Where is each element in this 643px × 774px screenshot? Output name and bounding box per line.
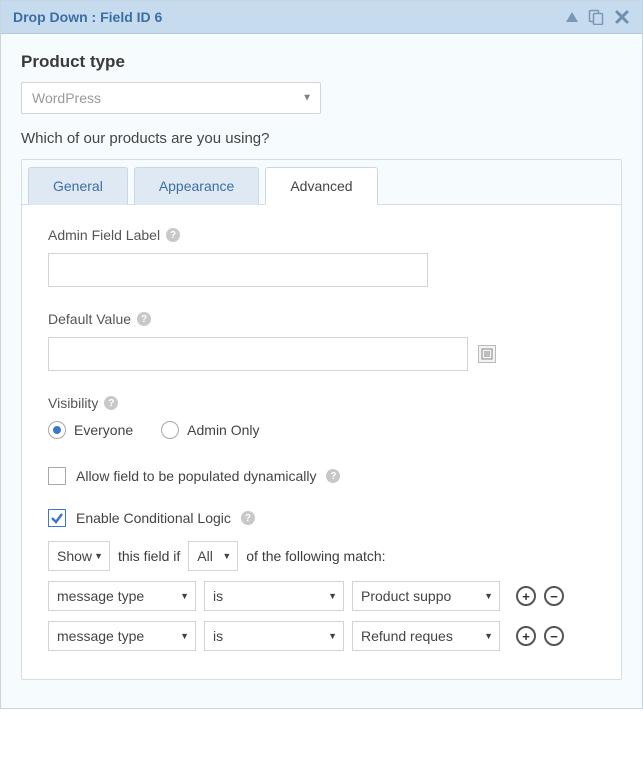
rule-value-value: Refund reques bbox=[361, 628, 453, 644]
checkbox-icon bbox=[48, 509, 66, 527]
panel-body: Product type WordPress ▼ Which of our pr… bbox=[1, 34, 642, 708]
rule-operator-value: is bbox=[213, 628, 223, 644]
enable-conditional-checkbox[interactable]: Enable Conditional Logic ? bbox=[48, 509, 595, 527]
chevron-down-icon: ▼ bbox=[484, 591, 493, 601]
default-value-row: Default Value ? bbox=[48, 311, 595, 371]
admin-label-row: Admin Field Label ? bbox=[48, 227, 595, 287]
remove-rule-icon[interactable]: − bbox=[544, 586, 564, 606]
conditional-text-mid: this field if bbox=[118, 548, 180, 564]
add-rule-icon[interactable]: + bbox=[516, 586, 536, 606]
panel-title: Drop Down : Field ID 6 bbox=[13, 9, 162, 25]
field-preview-value: WordPress bbox=[32, 90, 101, 106]
conditional-anyall-value: All bbox=[197, 548, 213, 564]
panel-header: Drop Down : Field ID 6 bbox=[1, 1, 642, 34]
settings-tabs: General Appearance Advanced bbox=[22, 160, 621, 205]
conditional-sentence: Show ▼ this field if All ▼ of the follow… bbox=[48, 541, 595, 571]
chevron-down-icon: ▼ bbox=[180, 631, 189, 641]
chevron-down-icon: ▼ bbox=[328, 591, 337, 601]
radio-icon bbox=[161, 421, 179, 439]
visibility-option-label: Everyone bbox=[74, 422, 133, 438]
chevron-down-icon: ▼ bbox=[94, 551, 103, 561]
default-value-input[interactable] bbox=[48, 337, 468, 371]
conditional-showhide-value: Show bbox=[57, 548, 92, 564]
checkbox-icon bbox=[48, 467, 66, 485]
panel-actions bbox=[566, 9, 630, 25]
admin-label-input[interactable] bbox=[48, 253, 428, 287]
visibility-option-label: Admin Only bbox=[187, 422, 259, 438]
field-preview-select[interactable]: WordPress ▼ bbox=[21, 82, 321, 114]
rule-field-select[interactable]: message type ▼ bbox=[48, 621, 196, 651]
dynamic-populate-row: Allow field to be populated dynamically … bbox=[48, 467, 595, 485]
visibility-row: Visibility ? Everyone Admin Only bbox=[48, 395, 595, 439]
help-icon[interactable]: ? bbox=[166, 228, 180, 242]
field-title: Product type bbox=[21, 52, 622, 72]
rule-value-select[interactable]: Product suppo ▼ bbox=[352, 581, 500, 611]
rule-value-value: Product suppo bbox=[361, 588, 451, 604]
rule-field-select[interactable]: message type ▼ bbox=[48, 581, 196, 611]
chevron-down-icon: ▼ bbox=[328, 631, 337, 641]
rule-field-value: message type bbox=[57, 628, 144, 644]
chevron-down-icon: ▼ bbox=[484, 631, 493, 641]
tab-appearance[interactable]: Appearance bbox=[134, 167, 260, 205]
visibility-option-everyone[interactable]: Everyone bbox=[48, 421, 133, 439]
help-icon[interactable]: ? bbox=[241, 511, 255, 525]
duplicate-icon[interactable] bbox=[588, 9, 604, 25]
visibility-label: Visibility bbox=[48, 395, 98, 411]
radio-icon bbox=[48, 421, 66, 439]
visibility-option-admin[interactable]: Admin Only bbox=[161, 421, 259, 439]
conditional-rule-row: message type ▼ is ▼ Refund reques ▼ + − bbox=[48, 621, 595, 651]
dynamic-populate-label: Allow field to be populated dynamically bbox=[76, 468, 316, 484]
merge-tag-icon[interactable] bbox=[478, 345, 496, 363]
admin-label-label: Admin Field Label bbox=[48, 227, 160, 243]
enable-conditional-label: Enable Conditional Logic bbox=[76, 510, 231, 526]
close-icon[interactable] bbox=[614, 9, 630, 25]
conditional-text-end: of the following match: bbox=[246, 548, 385, 564]
help-icon[interactable]: ? bbox=[137, 312, 151, 326]
conditional-rule-row: message type ▼ is ▼ Product suppo ▼ + − bbox=[48, 581, 595, 611]
conditional-showhide-select[interactable]: Show ▼ bbox=[48, 541, 110, 571]
rule-value-select[interactable]: Refund reques ▼ bbox=[352, 621, 500, 651]
settings-tabs-container: General Appearance Advanced Admin Field … bbox=[21, 159, 622, 680]
conditional-anyall-select[interactable]: All ▼ bbox=[188, 541, 238, 571]
remove-rule-icon[interactable]: − bbox=[544, 626, 564, 646]
field-settings-panel: Drop Down : Field ID 6 Product type Word… bbox=[0, 0, 643, 709]
add-rule-icon[interactable]: + bbox=[516, 626, 536, 646]
conditional-logic-row: Enable Conditional Logic ? bbox=[48, 509, 595, 527]
tab-advanced[interactable]: Advanced bbox=[265, 167, 377, 205]
chevron-down-icon: ▼ bbox=[222, 551, 231, 561]
tab-general[interactable]: General bbox=[28, 167, 128, 205]
default-value-label: Default Value bbox=[48, 311, 131, 327]
rule-operator-value: is bbox=[213, 588, 223, 604]
rule-operator-select[interactable]: is ▼ bbox=[204, 581, 344, 611]
collapse-icon[interactable] bbox=[566, 12, 578, 22]
field-description: Which of our products are you using? bbox=[21, 130, 622, 147]
dynamic-populate-checkbox[interactable]: Allow field to be populated dynamically … bbox=[48, 467, 595, 485]
tab-content-advanced: Admin Field Label ? Default Value ? bbox=[22, 205, 621, 679]
help-icon[interactable]: ? bbox=[104, 396, 118, 410]
chevron-down-icon: ▼ bbox=[302, 93, 312, 104]
chevron-down-icon: ▼ bbox=[180, 591, 189, 601]
rule-operator-select[interactable]: is ▼ bbox=[204, 621, 344, 651]
help-icon[interactable]: ? bbox=[326, 469, 340, 483]
rule-field-value: message type bbox=[57, 588, 144, 604]
